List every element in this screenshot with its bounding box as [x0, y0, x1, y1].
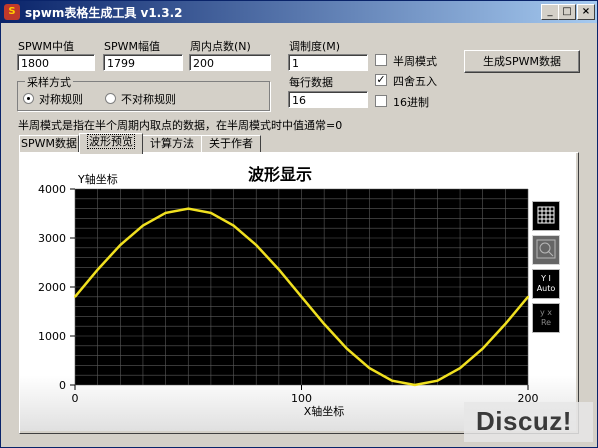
series-point	[74, 295, 76, 298]
x-tick-label: 100	[291, 392, 312, 405]
y-auto-icon-bottom: Auto	[536, 284, 556, 293]
per-row-label: 每行数据	[289, 76, 333, 89]
series-point	[481, 347, 484, 350]
y-tick-label: 4000	[38, 183, 66, 196]
series-point	[164, 211, 167, 214]
points-input[interactable]: 200	[189, 54, 271, 71]
close-icon[interactable]: ×	[577, 4, 595, 20]
series-point	[459, 367, 462, 370]
window-title: spwm表格生成工具 v1.3.2	[25, 6, 183, 20]
series-point	[96, 268, 99, 271]
series-point	[300, 295, 303, 298]
y-axis-label: Y轴坐标	[77, 172, 118, 186]
maximize-icon[interactable]: □	[558, 4, 576, 20]
tab-panel: 0 1000 2000 3000 4000 0 100 200 波形显示 Y轴坐标 X轴坐标	[19, 152, 579, 434]
hex-checkbox[interactable]	[375, 95, 387, 107]
round-checkbox[interactable]: ✓	[375, 74, 387, 86]
radio-asymmetric[interactable]	[105, 93, 116, 104]
tab-waveform-preview-label: 波形预览	[87, 134, 135, 149]
title-bar[interactable]: S spwm表格生成工具 v1.3.2 _ □ ×	[1, 1, 597, 23]
y-tick-label: 3000	[38, 232, 66, 245]
y-auto-button[interactable]: Y I Auto	[532, 269, 560, 299]
radio-symmetric-label[interactable]: 对称规则	[39, 91, 83, 107]
radio-asymmetric-label[interactable]: 不对称规则	[121, 91, 176, 107]
series-point	[436, 379, 439, 382]
series-point	[504, 323, 507, 326]
modulation-input[interactable]: 1	[288, 54, 368, 71]
center-input[interactable]: 1800	[17, 54, 95, 71]
series-point	[119, 244, 122, 247]
series-point	[368, 367, 371, 370]
series-point	[187, 207, 190, 210]
x-axis-label: X轴坐标	[304, 404, 345, 418]
grid-icon	[537, 206, 555, 224]
series-point	[232, 224, 235, 227]
reset-button[interactable]: y x Re	[532, 303, 560, 333]
reset-icon-top: y x	[539, 308, 552, 317]
hint-text: 半周模式是指在半个周期内取点的数据，在半周模式时中值通常=0	[18, 119, 343, 132]
reset-icon-bottom: Re	[540, 318, 552, 327]
round-label[interactable]: 四舍五入	[393, 73, 437, 89]
series-point	[391, 379, 394, 382]
amplitude-label: SPWM幅值	[104, 40, 160, 53]
series-point	[413, 383, 416, 386]
amplitude-input[interactable]: 1799	[103, 54, 183, 71]
grid-toggle-button[interactable]	[532, 201, 560, 231]
y-tick-label: 0	[59, 379, 66, 392]
center-label: SPWM中值	[18, 40, 74, 53]
half-cycle-checkbox[interactable]	[375, 54, 387, 66]
generate-button[interactable]: 生成SPWM数据	[464, 50, 580, 73]
x-tick-label: 0	[72, 392, 79, 405]
tab-waveform-preview[interactable]: 波形预览	[79, 133, 143, 154]
zoom-button[interactable]	[532, 235, 560, 265]
zoom-icon	[536, 239, 556, 259]
chart-grid	[74, 188, 529, 386]
series-point	[345, 347, 348, 350]
sampling-group-title: 采样方式	[25, 74, 73, 90]
tab-spwm-data[interactable]: SPWM数据	[19, 135, 79, 153]
waveform-chart: 010002000300040000 100 200 波形显示 Y轴坐标 X轴坐标	[38, 165, 539, 418]
discuz-watermark: Discuz!	[464, 402, 593, 442]
app-icon: S	[4, 4, 20, 20]
series-point	[255, 244, 258, 247]
hex-label[interactable]: 16进制	[393, 94, 429, 110]
chart-area: 0 1000 2000 3000 4000 0 100 200 波形显示 Y轴坐标 X轴坐标	[20, 153, 576, 431]
y-auto-icon-top: Y I	[541, 274, 551, 283]
series-point	[277, 268, 280, 271]
series-point	[527, 295, 529, 298]
series-point	[209, 211, 212, 214]
chart-title: 波形显示	[248, 165, 312, 184]
per-row-input[interactable]: 16	[288, 91, 368, 108]
tab-about-author[interactable]: 关于作者	[201, 135, 261, 153]
y-tick-label: 1000	[38, 330, 66, 343]
minimize-icon[interactable]: _	[541, 4, 559, 20]
points-label: 周内点数(N)	[190, 40, 251, 53]
app-window: S spwm表格生成工具 v1.3.2 _ □ × SPWM中值 1800 SP…	[0, 0, 598, 448]
radio-symmetric[interactable]	[23, 93, 34, 104]
series-point	[141, 224, 144, 227]
modulation-label: 调制度(M)	[289, 40, 341, 53]
series-point	[323, 323, 326, 326]
watermark-text: Discuz!	[476, 406, 572, 436]
tab-calculation[interactable]: 计算方法	[142, 135, 202, 153]
half-cycle-label[interactable]: 半周模式	[393, 53, 437, 69]
y-tick-label: 2000	[38, 281, 66, 294]
